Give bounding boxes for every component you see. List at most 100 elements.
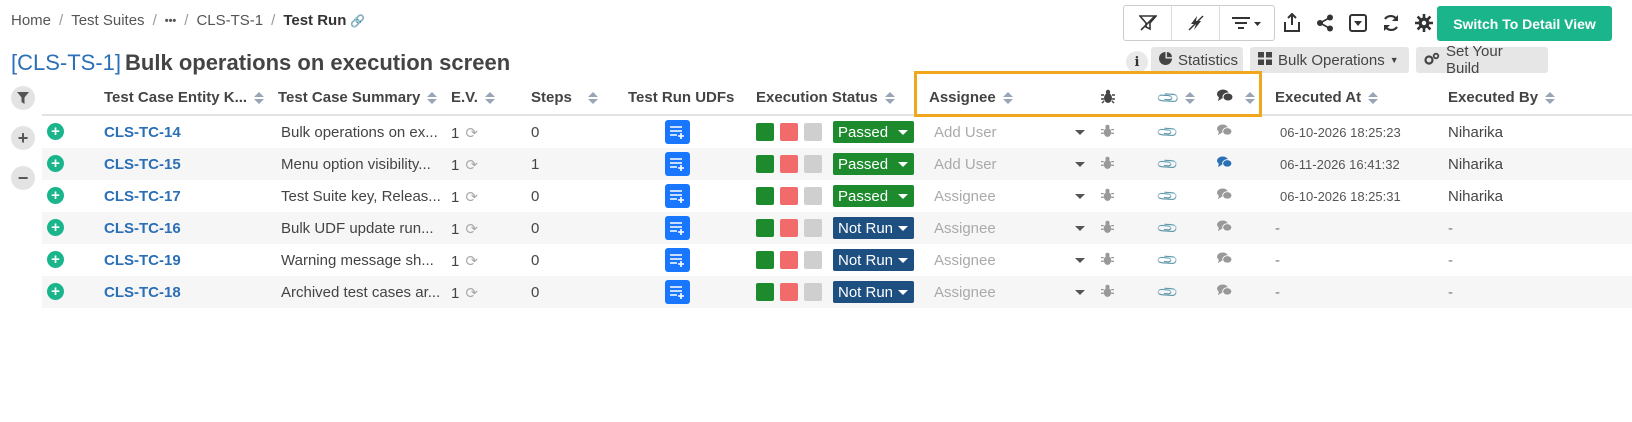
quick-pass-button[interactable] bbox=[756, 283, 774, 301]
execution-status-dropdown[interactable]: Passed bbox=[833, 153, 914, 175]
sort-icon[interactable] bbox=[484, 91, 495, 104]
statistics-button[interactable]: Statistics bbox=[1151, 47, 1243, 73]
link-icon[interactable]: 🔗 bbox=[350, 14, 365, 28]
bug-icon[interactable] bbox=[1101, 124, 1114, 141]
chevron-down-icon[interactable] bbox=[1075, 130, 1085, 135]
sort-filter-dropdown[interactable] bbox=[1220, 6, 1274, 40]
comments-icon[interactable] bbox=[1217, 252, 1233, 269]
comments-icon[interactable] bbox=[1217, 284, 1233, 301]
comments-icon[interactable] bbox=[1217, 124, 1233, 141]
quick-blocked-button[interactable] bbox=[804, 187, 822, 205]
udf-edit-icon[interactable] bbox=[665, 120, 690, 144]
quick-pass-button[interactable] bbox=[756, 155, 774, 173]
breadcrumb-test-suites[interactable]: Test Suites bbox=[71, 12, 144, 29]
export-icon[interactable] bbox=[1275, 13, 1308, 33]
refresh-version-icon[interactable]: ⟳ bbox=[465, 285, 478, 302]
collapse-icon[interactable] bbox=[1341, 14, 1374, 32]
clear-filter-icon[interactable] bbox=[1124, 6, 1172, 40]
paperclip-icon[interactable]: 📎 bbox=[1156, 248, 1180, 272]
expand-row-icon[interactable]: + bbox=[47, 123, 64, 140]
breadcrumb-home[interactable]: Home bbox=[11, 12, 51, 29]
sort-icon[interactable] bbox=[1002, 91, 1013, 104]
sort-icon[interactable] bbox=[1184, 92, 1195, 104]
col-steps[interactable]: Steps bbox=[531, 89, 598, 106]
col-ev[interactable]: E.V. bbox=[451, 89, 495, 106]
sort-icon[interactable] bbox=[1545, 91, 1556, 104]
expand-row-icon[interactable]: + bbox=[47, 155, 64, 172]
execution-status-dropdown[interactable]: Passed bbox=[833, 121, 914, 143]
col-comments[interactable] bbox=[1217, 89, 1255, 107]
expand-row-icon[interactable]: + bbox=[47, 283, 64, 300]
bug-icon[interactable] bbox=[1101, 156, 1114, 173]
quick-blocked-button[interactable] bbox=[804, 123, 822, 141]
paperclip-icon[interactable]: 📎 bbox=[1156, 216, 1180, 240]
udf-edit-icon[interactable] bbox=[665, 184, 690, 208]
expand-row-icon[interactable]: + bbox=[47, 219, 64, 236]
breadcrumb-suite[interactable]: CLS-TS-1 bbox=[196, 12, 263, 29]
bug-icon[interactable] bbox=[1101, 252, 1114, 269]
col-execution-status[interactable]: Execution Status bbox=[756, 89, 895, 106]
settings-gear-icon[interactable] bbox=[1407, 14, 1440, 32]
sort-icon[interactable] bbox=[1368, 91, 1379, 104]
quick-fail-button[interactable] bbox=[780, 155, 798, 173]
refresh-version-icon[interactable]: ⟳ bbox=[465, 125, 478, 142]
refresh-version-icon[interactable]: ⟳ bbox=[465, 253, 478, 270]
quick-blocked-button[interactable] bbox=[804, 219, 822, 237]
assignee-select[interactable]: Assignee bbox=[934, 220, 996, 237]
expand-row-icon[interactable]: + bbox=[47, 251, 64, 268]
assignee-select[interactable]: Assignee bbox=[934, 252, 996, 269]
test-case-key-link[interactable]: CLS-TC-19 bbox=[104, 252, 181, 269]
set-build-button[interactable]: Set Your Build bbox=[1416, 43, 1548, 77]
comments-icon[interactable] bbox=[1217, 156, 1233, 173]
share-icon[interactable] bbox=[1308, 14, 1341, 32]
col-attachments[interactable]: 📎 bbox=[1156, 86, 1195, 111]
execution-status-dropdown[interactable]: Not Run bbox=[833, 249, 914, 271]
breadcrumb-more[interactable]: ••• bbox=[165, 15, 177, 27]
chevron-down-icon[interactable] bbox=[1075, 258, 1085, 263]
chevron-down-icon[interactable] bbox=[1075, 162, 1085, 167]
quick-pass-button[interactable] bbox=[756, 219, 774, 237]
col-summary[interactable]: Test Case Summary bbox=[278, 89, 438, 106]
comments-icon[interactable] bbox=[1217, 188, 1233, 205]
quick-fail-button[interactable] bbox=[780, 219, 798, 237]
switch-to-detail-view-button[interactable]: Switch To Detail View bbox=[1437, 6, 1612, 41]
col-assignee[interactable]: Assignee bbox=[929, 89, 1013, 106]
udf-edit-icon[interactable] bbox=[665, 248, 690, 272]
paperclip-icon[interactable]: 📎 bbox=[1156, 152, 1180, 176]
execution-status-dropdown[interactable]: Passed bbox=[833, 185, 914, 207]
assignee-select[interactable]: Add User bbox=[934, 156, 997, 173]
comments-icon[interactable] bbox=[1217, 220, 1233, 237]
expand-all-icon[interactable]: + bbox=[11, 126, 35, 150]
chevron-down-icon[interactable] bbox=[1075, 226, 1085, 231]
quick-fail-button[interactable] bbox=[780, 123, 798, 141]
sort-icon[interactable] bbox=[254, 91, 265, 104]
test-case-key-link[interactable]: CLS-TC-15 bbox=[104, 156, 181, 173]
quick-fail-button[interactable] bbox=[780, 251, 798, 269]
quick-pass-button[interactable] bbox=[756, 123, 774, 141]
bulk-operations-dropdown[interactable]: Bulk Operations ▼ bbox=[1250, 47, 1409, 73]
quick-fail-button[interactable] bbox=[780, 283, 798, 301]
refresh-version-icon[interactable]: ⟳ bbox=[465, 157, 478, 174]
quick-pass-button[interactable] bbox=[756, 251, 774, 269]
assignee-select[interactable]: Assignee bbox=[934, 188, 996, 205]
refresh-icon[interactable] bbox=[1374, 14, 1407, 32]
col-executed-at[interactable]: Executed At bbox=[1275, 89, 1379, 106]
filter-icon[interactable] bbox=[11, 86, 35, 110]
udf-edit-icon[interactable] bbox=[665, 280, 690, 304]
quick-filter-off-icon[interactable] bbox=[1172, 6, 1220, 40]
refresh-version-icon[interactable]: ⟳ bbox=[465, 221, 478, 238]
test-case-key-link[interactable]: CLS-TC-17 bbox=[104, 188, 181, 205]
col-entity-key[interactable]: Test Case Entity K... bbox=[104, 89, 265, 106]
test-case-key-link[interactable]: CLS-TC-16 bbox=[104, 220, 181, 237]
sort-icon[interactable] bbox=[1245, 92, 1255, 104]
udf-edit-icon[interactable] bbox=[665, 152, 690, 176]
refresh-version-icon[interactable]: ⟳ bbox=[465, 189, 478, 206]
quick-blocked-button[interactable] bbox=[804, 251, 822, 269]
paperclip-icon[interactable]: 📎 bbox=[1156, 184, 1180, 208]
paperclip-icon[interactable]: 📎 bbox=[1156, 120, 1180, 144]
quick-fail-button[interactable] bbox=[780, 187, 798, 205]
bug-icon[interactable] bbox=[1101, 284, 1114, 301]
quick-blocked-button[interactable] bbox=[804, 155, 822, 173]
execution-status-dropdown[interactable]: Not Run bbox=[833, 281, 914, 303]
chevron-down-icon[interactable] bbox=[1075, 290, 1085, 295]
